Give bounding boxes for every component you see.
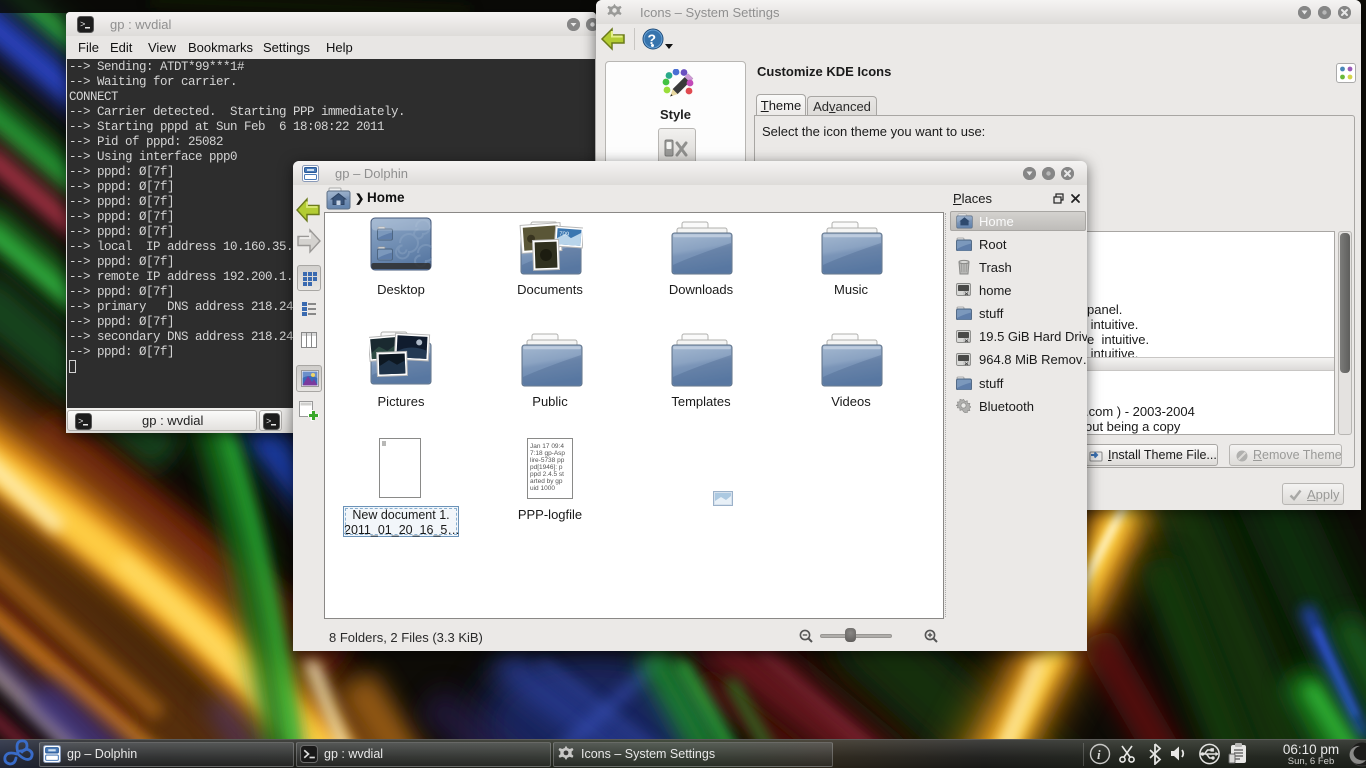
svg-text:>: > [78,417,83,427]
svg-text:>: > [266,417,271,427]
svg-text:709: 709 [559,231,570,238]
svg-text:>: > [80,20,85,30]
svg-text:i: i [1097,747,1101,762]
